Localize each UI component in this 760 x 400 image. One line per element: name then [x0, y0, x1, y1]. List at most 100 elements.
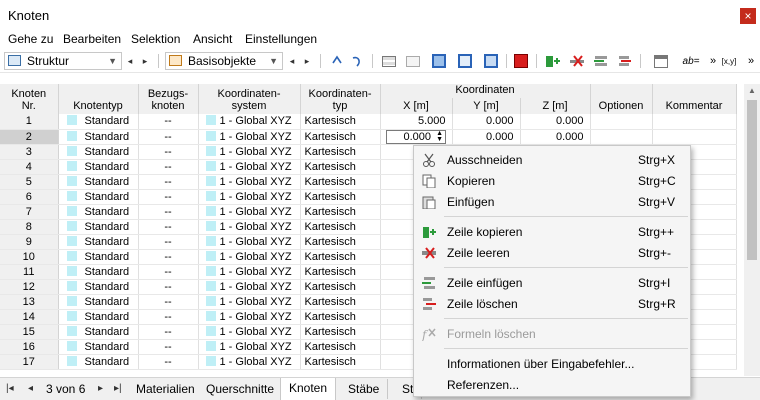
select-icon[interactable] [456, 52, 474, 70]
cell-type[interactable]: Standard [58, 219, 139, 235]
table-icon[interactable] [380, 52, 398, 70]
cell-ref[interactable]: -- [138, 234, 199, 250]
cell-ref[interactable]: -- [138, 204, 199, 220]
cell-nr[interactable]: 6 [0, 189, 59, 205]
cell-comment[interactable] [652, 129, 737, 145]
view-icon[interactable] [652, 52, 670, 70]
cell-coord-type[interactable]: Kartesisch [300, 174, 381, 190]
cell-coord-type[interactable]: Kartesisch [300, 309, 381, 325]
menu-item-copy[interactable]: Kopieren Strg+C [414, 171, 690, 191]
cell-system[interactable]: 1 - Global XYZ [198, 279, 301, 295]
cell-type[interactable]: Standard [58, 339, 139, 355]
menu-item-delete-row[interactable]: Zeile löschen Strg+R [414, 294, 690, 314]
cell-nr[interactable]: 7 [0, 204, 59, 220]
cell-nr[interactable]: 4 [0, 159, 59, 175]
cell-type[interactable]: Standard [58, 354, 139, 370]
cell-ref[interactable]: -- [138, 159, 199, 175]
cell-nr[interactable]: 12 [0, 279, 59, 295]
select-column-icon[interactable] [482, 52, 500, 70]
menu-settings[interactable]: Einstellungen [245, 32, 317, 46]
col-header-comment[interactable]: Kommentar [652, 84, 737, 114]
menu-edit[interactable]: Bearbeiten [63, 32, 121, 46]
menu-view[interactable]: Ansicht [193, 32, 232, 46]
cell-system[interactable]: 1 - Global XYZ [198, 339, 301, 355]
cell-coord-type[interactable]: Kartesisch [300, 204, 381, 220]
cell-nr[interactable]: 5 [0, 174, 59, 190]
cell-type[interactable]: Standard [58, 204, 139, 220]
col-header-nr[interactable]: Knoten Nr. [0, 84, 59, 114]
cell-type[interactable]: Standard [58, 264, 139, 280]
cell-comment[interactable] [652, 114, 737, 130]
x-edit-field[interactable]: 0.000 ▲ ▼ [386, 129, 446, 143]
cell-options[interactable] [590, 129, 653, 145]
prev-icon[interactable]: ◂ [124, 53, 136, 69]
cell-type[interactable]: Standard [58, 174, 139, 190]
menu-item-cut[interactable]: Ausschneiden Strg+X [414, 150, 690, 170]
cell-nr[interactable]: 10 [0, 249, 59, 265]
cell-type[interactable]: Standard [58, 114, 139, 130]
menu-item-references[interactable]: Referenzen... [414, 375, 690, 395]
cell-system[interactable]: 1 - Global XYZ [198, 189, 301, 205]
cell-type[interactable]: Standard [58, 294, 139, 310]
table-add-icon[interactable] [404, 52, 422, 70]
redo-icon[interactable] [348, 52, 366, 70]
cell-ref[interactable]: -- [138, 129, 199, 145]
cell-ref[interactable]: -- [138, 219, 199, 235]
menu-item-insert-row[interactable]: Zeile einfügen Strg+I [414, 273, 690, 293]
cell-coord-type[interactable]: Kartesisch [300, 264, 381, 280]
menu-item-clear-row[interactable]: Zeile leeren Strg+- [414, 243, 690, 263]
table-row[interactable]: 2 Standard -- 1 - Global XYZ Kartesisch 0.000… [0, 129, 737, 145]
cell-type[interactable]: Standard [58, 144, 139, 160]
cell-z[interactable]: 0.000 [520, 129, 591, 145]
cell-coord-type[interactable]: Kartesisch [300, 219, 381, 235]
menu-item-copy-row[interactable]: Zeile kopieren Strg++ [414, 222, 690, 242]
delete-row-icon[interactable] [616, 52, 634, 70]
menu-item-input-errors[interactable]: Informationen über Eingabefehler... [414, 354, 690, 374]
matrix-icon[interactable]: [x,y] [718, 52, 740, 70]
cell-ref[interactable]: -- [138, 264, 199, 280]
cell-coord-type[interactable]: Kartesisch [300, 324, 381, 340]
delete-icon[interactable] [512, 52, 530, 70]
cell-type[interactable]: Standard [58, 159, 139, 175]
last-page-icon[interactable]: ▸| [114, 383, 122, 394]
cell-system[interactable]: 1 - Global XYZ [198, 264, 301, 280]
cell-type[interactable]: Standard [58, 234, 139, 250]
select-all-icon[interactable] [430, 52, 448, 70]
cell-nr[interactable]: 15 [0, 324, 59, 340]
cell-coord-type[interactable]: Kartesisch [300, 249, 381, 265]
undo-icon[interactable] [328, 52, 346, 70]
cell-system[interactable]: 1 - Global XYZ [198, 234, 301, 250]
cell-system[interactable]: 1 - Global XYZ [198, 294, 301, 310]
cell-system[interactable]: 1 - Global XYZ [198, 324, 301, 340]
cell-coord-type[interactable]: Kartesisch [300, 144, 381, 160]
cell-options[interactable] [590, 114, 653, 130]
cell-nr[interactable]: 3 [0, 144, 59, 160]
cell-coord-type[interactable]: Kartesisch [300, 129, 381, 145]
cell-ref[interactable]: -- [138, 324, 199, 340]
cell-nr[interactable]: 2 [0, 129, 59, 145]
prev-icon[interactable]: ◂ [286, 53, 298, 69]
table-row[interactable]: 1 Standard -- 1 - Global XYZ Kartesisch 5.000… [0, 114, 737, 130]
vertical-scrollbar[interactable]: ▲ [744, 84, 760, 376]
cell-ref[interactable]: -- [138, 279, 199, 295]
cell-type[interactable]: Standard [58, 309, 139, 325]
prev-page-icon[interactable]: ◂ [28, 383, 33, 394]
tab-knoten[interactable]: Knoten [280, 378, 337, 400]
cell-type[interactable]: Standard [58, 189, 139, 205]
cell-coord-type[interactable]: Kartesisch [300, 189, 381, 205]
first-page-icon[interactable]: |◂ [6, 383, 14, 394]
cell-system[interactable]: 1 - Global XYZ [198, 204, 301, 220]
copy-row-icon[interactable] [544, 52, 562, 70]
cell-type[interactable]: Standard [58, 279, 139, 295]
cell-ref[interactable]: -- [138, 189, 199, 205]
cell-coord-type[interactable]: Kartesisch [300, 354, 381, 370]
cell-ref[interactable]: -- [138, 294, 199, 310]
cell-nr[interactable]: 9 [0, 234, 59, 250]
cell-nr[interactable]: 17 [0, 354, 59, 370]
cell-y[interactable]: 0.000 [452, 114, 521, 130]
overflow-icon[interactable]: » [742, 52, 760, 70]
cell-system[interactable]: 1 - Global XYZ [198, 129, 301, 145]
tab-querschnitte[interactable]: Querschnitte [198, 379, 284, 399]
cell-type[interactable]: Standard [58, 324, 139, 340]
cell-coord-type[interactable]: Kartesisch [300, 294, 381, 310]
